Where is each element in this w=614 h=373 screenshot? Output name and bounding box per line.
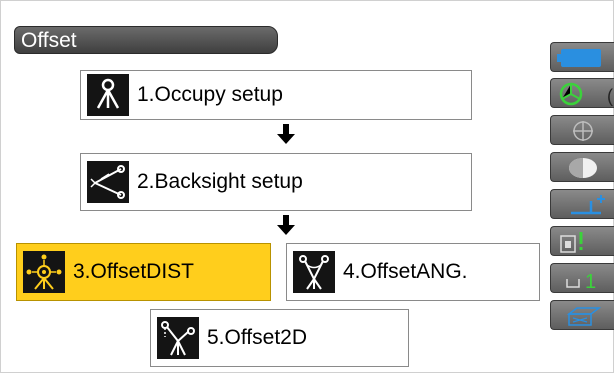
backsight-setup-button[interactable]: 2.Backsight setup xyxy=(80,153,472,211)
offset-dist-icon xyxy=(23,251,65,293)
page-title: Offset xyxy=(14,26,278,54)
arrow-down-icon xyxy=(277,124,295,144)
offset-dist-label: 3.OffsetDIST xyxy=(73,260,194,283)
prism-icon xyxy=(559,82,583,106)
backsight-icon xyxy=(87,161,129,203)
signal-icon xyxy=(560,232,583,253)
mode-one-icon: 1 xyxy=(566,271,596,291)
offset-2d-icon xyxy=(157,317,199,359)
backsight-setup-label: 2.Backsight setup xyxy=(137,170,303,193)
height-button[interactable] xyxy=(550,189,614,219)
prism-constant-text: ( xyxy=(607,86,613,106)
height-plus-icon xyxy=(571,195,605,215)
input-button[interactable] xyxy=(550,300,614,330)
half-circle-icon xyxy=(569,158,597,178)
mode-digit: 1 xyxy=(585,271,596,291)
battery-icon xyxy=(557,49,601,67)
battery-button[interactable] xyxy=(550,42,614,72)
tripod-icon xyxy=(87,74,129,116)
num-button[interactable]: 1 xyxy=(550,263,614,293)
arrow-down-icon xyxy=(277,215,295,235)
signal-button[interactable] xyxy=(550,226,614,256)
offset-dist-button[interactable]: 3.OffsetDIST xyxy=(16,243,271,301)
offset-angle-icon xyxy=(293,251,335,293)
prism-button[interactable] xyxy=(550,78,614,108)
crosshair-icon xyxy=(573,121,593,141)
occupy-setup-button[interactable]: 1.Occupy setup xyxy=(80,70,472,120)
face-button[interactable] xyxy=(550,152,614,182)
occupy-setup-label: 1.Occupy setup xyxy=(137,83,283,106)
keyboard-icon xyxy=(566,307,602,326)
tilt-button[interactable] xyxy=(550,115,614,145)
offset-ang-label: 4.OffsetANG. xyxy=(343,260,468,283)
offset-2d-label: 5.Offset2D xyxy=(207,326,307,349)
offset-2d-button[interactable]: 5.Offset2D xyxy=(150,309,409,367)
offset-ang-button[interactable]: 4.OffsetANG. xyxy=(286,243,540,301)
